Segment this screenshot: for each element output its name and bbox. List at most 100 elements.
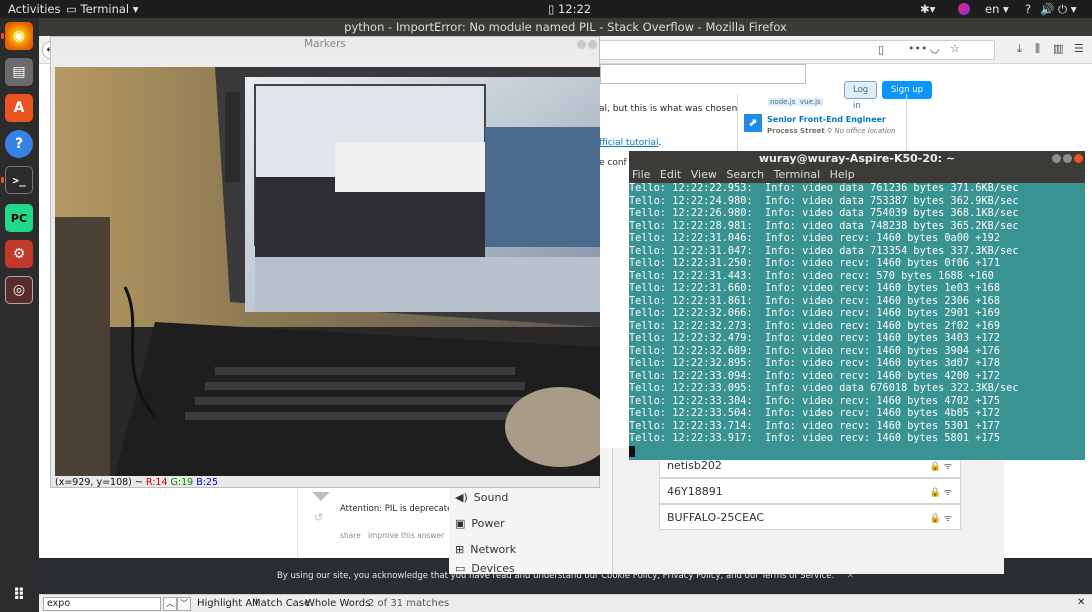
menu-help[interactable]: Help bbox=[830, 168, 855, 181]
running-indicator bbox=[1, 33, 4, 39]
software-center-icon[interactable]: A bbox=[5, 94, 33, 122]
company-logo-icon: ⬈ bbox=[744, 114, 762, 132]
find-previous-button[interactable]: ︿ bbox=[163, 597, 177, 611]
answer-snippet: al, but this is what was chosen bbox=[599, 104, 738, 114]
menu-search[interactable]: Search bbox=[726, 168, 764, 181]
pixel-blue: B:25 bbox=[196, 477, 219, 488]
close-find-icon[interactable]: ✕ bbox=[1077, 597, 1085, 608]
files-icon[interactable]: ▤ bbox=[5, 58, 33, 86]
find-input[interactable]: expo bbox=[43, 597, 161, 611]
terminal-output[interactable]: Tello: 12:22:22.953: Info: video data 76… bbox=[629, 183, 1085, 460]
minimize-icon[interactable] bbox=[577, 40, 586, 49]
language-menu[interactable]: en ▾ bbox=[985, 2, 1009, 16]
menu-file[interactable]: File bbox=[632, 168, 650, 181]
sidebar-icon[interactable]: ▥ bbox=[1053, 42, 1063, 55]
job-location: No office location bbox=[834, 127, 896, 135]
speaker-icon: ◀) bbox=[455, 490, 468, 504]
share-link[interactable]: share bbox=[340, 531, 361, 540]
terminal-icon[interactable]: >_ bbox=[5, 166, 33, 194]
sidebar-item-power[interactable]: ▣ Power bbox=[455, 511, 605, 535]
settings-tools-icon[interactable]: ⚙ bbox=[5, 240, 33, 268]
job-title[interactable]: Senior Front-End Engineer bbox=[767, 115, 886, 124]
maximize-icon[interactable] bbox=[1063, 154, 1072, 163]
reader-icon[interactable]: ▯ bbox=[878, 43, 884, 56]
find-bar: expo ︿ ﹀ Highlight All Match Case Whole … bbox=[39, 594, 1092, 612]
download-icon[interactable]: ⤓ bbox=[1017, 42, 1022, 56]
camera-feed-image bbox=[55, 67, 600, 476]
terminal-line: Tello: 12:22:32.479: Info: video recv: 1… bbox=[629, 333, 1001, 344]
camera-feed[interactable] bbox=[55, 67, 600, 476]
lock-wifi-icon: 🔒 ᯤ bbox=[929, 513, 952, 524]
improve-link[interactable]: improve this answer bbox=[368, 531, 444, 540]
devices-icon: ▭ bbox=[455, 562, 466, 574]
clock[interactable]: ▯ 12:22 bbox=[548, 2, 591, 16]
library-icon[interactable]: ⫼ bbox=[1035, 42, 1040, 56]
job-tag[interactable]: node.js bbox=[768, 98, 798, 106]
webcam-icon[interactable]: ◎ bbox=[5, 276, 33, 304]
pixel-coords: (x=929, y=108) ~ bbox=[55, 477, 146, 488]
bookmark-star-icon[interactable]: ☆ bbox=[950, 42, 960, 55]
terminal-line: Tello: 12:22:32.273: Info: video recv: 1… bbox=[629, 320, 1001, 332]
match-count: 2 of 31 matches bbox=[368, 598, 450, 609]
pycharm-icon[interactable]: PC bbox=[5, 204, 33, 232]
whole-words-checkbox[interactable]: Whole Words bbox=[305, 598, 370, 609]
highlight-all-checkbox[interactable]: Highlight All bbox=[197, 598, 258, 609]
clock-label: 12:22 bbox=[557, 2, 592, 16]
terminal-line: Tello: 12:22:32.895: Info: video recv: 1… bbox=[629, 358, 1001, 369]
menu-terminal[interactable]: Terminal bbox=[774, 168, 821, 181]
markers-title: Markers bbox=[51, 37, 599, 51]
downvote-icon[interactable] bbox=[312, 492, 330, 501]
terminal-cursor-line bbox=[629, 445, 1085, 459]
app-menu-label: Terminal ▾ bbox=[80, 2, 139, 16]
sidebar-item-network[interactable]: ⊞ Network bbox=[455, 537, 605, 561]
accessibility-icon[interactable]: ✱▾ bbox=[920, 2, 935, 16]
terminal-line: Tello: 12:22:31.861: Info: video recv: 1… bbox=[629, 295, 1001, 307]
firefox-icon[interactable]: ◉ bbox=[5, 22, 33, 50]
app-indicator-icon[interactable] bbox=[958, 3, 970, 15]
markers-toolbar bbox=[51, 51, 599, 67]
sidebar-item-devices[interactable]: ▭ Devices bbox=[455, 562, 605, 574]
help-app-icon[interactable]: ? bbox=[5, 130, 33, 158]
match-case-checkbox[interactable]: Match Case bbox=[252, 598, 310, 609]
terminal-line: Tello: 12:22:28.981: Info: video data 74… bbox=[629, 220, 1019, 232]
partial-text: e conf bbox=[599, 158, 627, 168]
help-icon[interactable]: ? bbox=[1025, 2, 1031, 16]
menu-icon[interactable]: ☰ bbox=[1074, 42, 1084, 55]
sidebar-item-label: Devices bbox=[471, 562, 515, 574]
menu-view[interactable]: View bbox=[691, 168, 717, 181]
terminal-line: Tello: 12:22:31.047: Info: video data 71… bbox=[629, 245, 1019, 257]
job-tag[interactable]: vue.js bbox=[798, 98, 823, 106]
close-icon[interactable] bbox=[1074, 154, 1083, 163]
menu-edit[interactable]: Edit bbox=[660, 168, 681, 181]
network-icon: ⊞ bbox=[455, 542, 465, 556]
job-company: Process Street bbox=[767, 127, 825, 135]
tutorial-link-line: fficial tutorial. bbox=[599, 138, 661, 148]
tutorial-link[interactable]: fficial tutorial bbox=[599, 138, 659, 148]
minimize-icon[interactable] bbox=[1052, 154, 1061, 163]
page-actions-icon[interactable]: ••• bbox=[908, 42, 927, 55]
terminal-line: Tello: 12:22:33.504: Info: video recv: 1… bbox=[629, 408, 1001, 419]
alarm-icon: ▯ bbox=[548, 2, 558, 16]
so-search-input[interactable] bbox=[600, 64, 806, 84]
activities-button[interactable]: Activities bbox=[8, 2, 60, 16]
running-indicator bbox=[1, 177, 4, 183]
show-apps-icon[interactable]: ⠿ bbox=[5, 580, 33, 608]
terminal-line: Tello: 12:22:33.094: Info: video recv: 1… bbox=[629, 370, 1001, 382]
close-icon[interactable] bbox=[588, 40, 597, 49]
url-bar[interactable]: ▯ ••• ◡ ☆ bbox=[599, 40, 995, 60]
terminal-window: wuray@wuray-Aspire-K50-20: ~ File Edit V… bbox=[629, 151, 1085, 460]
pocket-icon[interactable]: ◡ bbox=[930, 42, 940, 55]
find-next-button[interactable]: ﹀ bbox=[177, 597, 191, 611]
network-name: BUFFALO-25CEAC bbox=[667, 510, 765, 524]
system-menu[interactable]: 🔊 ⏻ ▾ bbox=[1040, 2, 1077, 17]
terminal-line: Tello: 12:22:31.250: Info: video recv: 1… bbox=[629, 258, 1001, 269]
pixel-status: (x=929, y=108) ~ R:14 G:19 B:25 bbox=[55, 477, 600, 489]
wifi-network-row[interactable]: 46Y18891 🔒 ᯤ bbox=[659, 478, 961, 504]
terminal-line: Tello: 12:22:31.443: Info: video recv: 5… bbox=[629, 270, 994, 282]
app-menu[interactable]: ▭ Terminal ▾ bbox=[66, 2, 139, 16]
history-icon[interactable]: ↺ bbox=[314, 511, 323, 524]
terminal-line: Tello: 12:22:31.660: Info: video recv: 1… bbox=[629, 283, 1001, 294]
wifi-network-row[interactable]: BUFFALO-25CEAC 🔒 ᯤ bbox=[659, 504, 961, 530]
terminal-menubar: File Edit View Search Terminal Help bbox=[629, 167, 1085, 183]
pixel-green: G:19 bbox=[170, 477, 194, 488]
